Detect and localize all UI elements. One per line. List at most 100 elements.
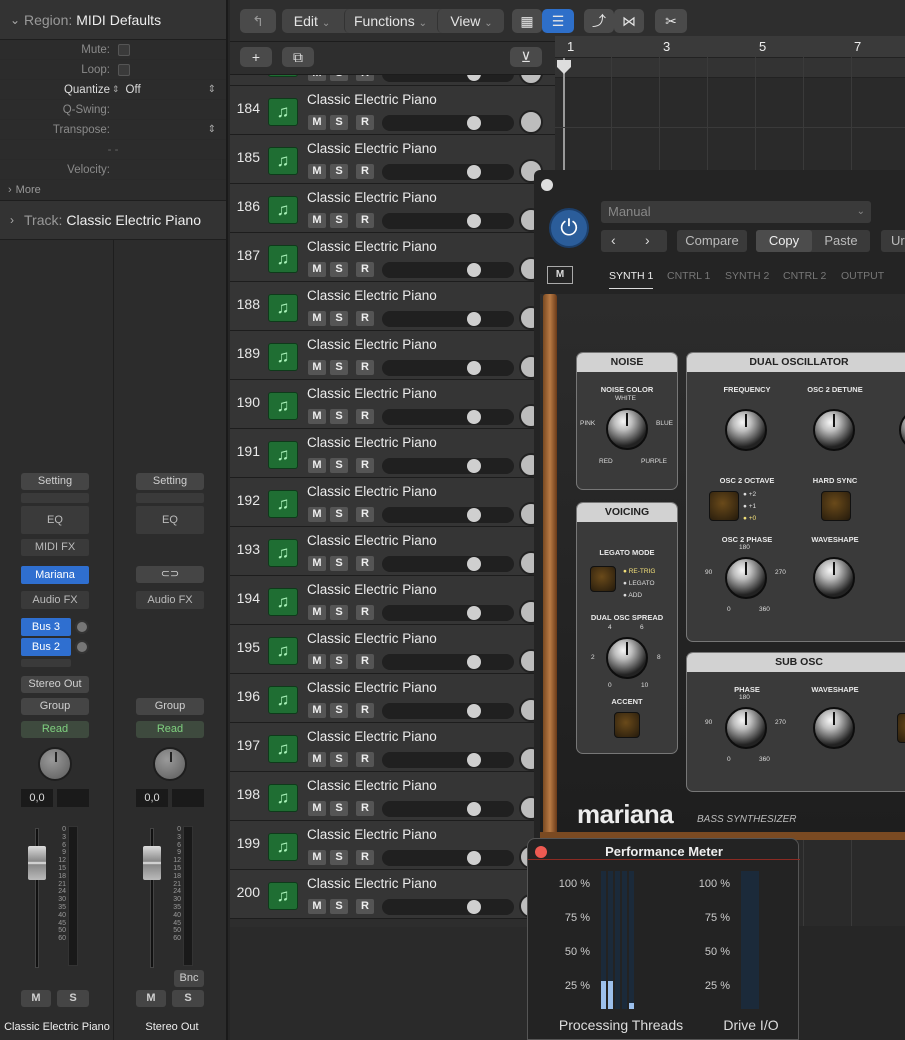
region-inspector-header[interactable]: ⌄ Region: MIDI Defaults — [0, 0, 226, 40]
osc2-octave-button[interactable] — [709, 491, 739, 521]
piano-track-icon[interactable]: ♫ — [268, 490, 298, 518]
volume-thumb[interactable] — [467, 263, 481, 277]
sub-phase-knob[interactable] — [725, 707, 767, 749]
send-level-knob[interactable] — [75, 640, 89, 654]
duplicate-track-button[interactable]: ⧉ — [282, 47, 314, 67]
gain-slot[interactable] — [136, 493, 204, 503]
grid-view-button[interactable]: ▦ — [512, 9, 542, 33]
volume-thumb[interactable] — [467, 508, 481, 522]
solo-button[interactable]: S — [330, 115, 348, 130]
tab-synth-2[interactable]: SYNTH 2 — [725, 270, 769, 282]
mute-button[interactable]: M — [308, 703, 326, 718]
piano-track-icon[interactable]: ♫ — [268, 245, 298, 273]
piano-track-icon[interactable]: ♫ — [268, 75, 298, 77]
mute-button[interactable]: M — [308, 507, 326, 522]
mute-button[interactable]: M — [308, 850, 326, 865]
track-row[interactable]: 188 ♫ Classic Electric Piano M S R — [230, 282, 555, 331]
record-button[interactable]: R — [356, 213, 374, 228]
eq-slot[interactable]: EQ — [136, 506, 204, 534]
piano-track-icon[interactable]: ♫ — [268, 735, 298, 763]
volume-thumb[interactable] — [467, 116, 481, 130]
mute-button[interactable]: M — [308, 801, 326, 816]
volume-slider[interactable] — [382, 654, 514, 670]
solo-button[interactable]: S — [330, 458, 348, 473]
mute-button[interactable]: M — [21, 990, 51, 1007]
sub-waveshape-knob[interactable] — [813, 707, 855, 749]
record-button[interactable]: R — [356, 703, 374, 718]
eq-slot[interactable]: EQ — [21, 506, 89, 534]
automation-button[interactable]: ⤴ — [584, 9, 614, 33]
volume-slider[interactable] — [382, 311, 514, 327]
volume-slider[interactable] — [382, 703, 514, 719]
track-row[interactable]: 196 ♫ Classic Electric Piano M S R — [230, 674, 555, 723]
quantize-value[interactable]: Off — [126, 84, 141, 96]
sub-button[interactable] — [897, 713, 905, 743]
stepper-icon[interactable]: ⇕ — [208, 84, 216, 95]
track-name[interactable]: Classic Electric Piano — [307, 876, 437, 891]
volume-thumb[interactable] — [467, 557, 481, 571]
track-name[interactable]: Classic Electric Piano — [307, 484, 437, 499]
next-preset-button[interactable]: › — [645, 232, 650, 248]
track-row[interactable]: 186 ♫ Classic Electric Piano M S R — [230, 184, 555, 233]
volume-slider[interactable] — [382, 752, 514, 768]
record-button[interactable]: R — [356, 899, 374, 914]
volume-slider[interactable] — [382, 899, 514, 915]
volume-slider[interactable] — [382, 458, 514, 474]
volume-thumb[interactable] — [467, 361, 481, 375]
volume-slider[interactable] — [382, 850, 514, 866]
ruler[interactable]: 1 3 5 7 — [555, 36, 905, 58]
track-row[interactable]: 184 ♫ Classic Electric Piano M S R — [230, 86, 555, 135]
track-name[interactable]: Classic Electric Piano — [307, 778, 437, 793]
solo-button[interactable]: S — [330, 75, 348, 81]
flex-button[interactable]: ⋈ — [614, 9, 644, 33]
paste-button[interactable]: Paste — [812, 230, 870, 252]
tab-cntrl-2[interactable]: CNTRL 2 — [783, 270, 826, 282]
volume-slider[interactable] — [382, 360, 514, 376]
marker-lane[interactable] — [555, 58, 905, 78]
snap-button[interactable]: ✂ — [655, 9, 687, 33]
functions-menu[interactable]: Functions ⌄ — [344, 9, 436, 33]
track-row[interactable]: 189 ♫ Classic Electric Piano M S R — [230, 331, 555, 380]
strip-name[interactable]: Stereo Out — [115, 1021, 229, 1033]
mute-checkbox[interactable] — [118, 43, 130, 56]
mute-button[interactable]: M — [308, 654, 326, 669]
track-row[interactable]: 199 ♫ Classic Electric Piano M S R — [230, 821, 555, 870]
record-button[interactable]: R — [356, 752, 374, 767]
noise-color-knob[interactable] — [606, 408, 648, 450]
volume-slider[interactable] — [382, 262, 514, 278]
solo-button[interactable]: S — [330, 213, 348, 228]
dual-osc-spread-knob[interactable] — [606, 637, 648, 679]
mute-button[interactable]: M — [308, 75, 326, 81]
send-level-knob[interactable] — [75, 620, 89, 634]
midi-fx-slot[interactable]: MIDI FX — [21, 539, 89, 556]
piano-track-icon[interactable]: ♫ — [268, 392, 298, 420]
mute-button[interactable]: M — [308, 213, 326, 228]
group-slot[interactable]: Group — [136, 698, 204, 715]
view-menu[interactable]: View ⌄ — [437, 9, 505, 33]
volume-slider[interactable] — [382, 75, 514, 82]
more-toggle[interactable]: › More — [0, 180, 226, 200]
mute-button[interactable]: M — [308, 409, 326, 424]
volume-thumb[interactable] — [467, 459, 481, 473]
piano-track-icon[interactable]: ♫ — [268, 882, 298, 910]
send-slot-empty[interactable] — [21, 659, 71, 667]
volume-fader[interactable] — [143, 846, 161, 880]
record-button[interactable]: R — [356, 507, 374, 522]
volume-slider[interactable] — [382, 164, 514, 180]
solo-button[interactable]: S — [330, 164, 348, 179]
gain-slot[interactable] — [21, 493, 89, 503]
track-row[interactable]: 198 ♫ Classic Electric Piano M S R — [230, 772, 555, 821]
solo-button[interactable]: S — [330, 605, 348, 620]
hard-sync-button[interactable] — [821, 491, 851, 521]
send-slot-2[interactable]: Bus 2 — [21, 638, 71, 656]
volume-thumb[interactable] — [467, 606, 481, 620]
record-button[interactable]: R — [356, 164, 374, 179]
solo-button[interactable]: S — [330, 703, 348, 718]
preset-selector[interactable]: Manual ⌄ — [601, 201, 871, 223]
track-name[interactable]: Classic Electric Piano — [307, 190, 437, 205]
piano-track-icon[interactable]: ♫ — [268, 686, 298, 714]
stereo-link-button[interactable]: ⊂⊃ — [136, 566, 204, 583]
piano-track-icon[interactable]: ♫ — [268, 98, 298, 126]
volume-slider[interactable] — [382, 556, 514, 572]
track-row[interactable]: 197 ♫ Classic Electric Piano M S R — [230, 723, 555, 772]
